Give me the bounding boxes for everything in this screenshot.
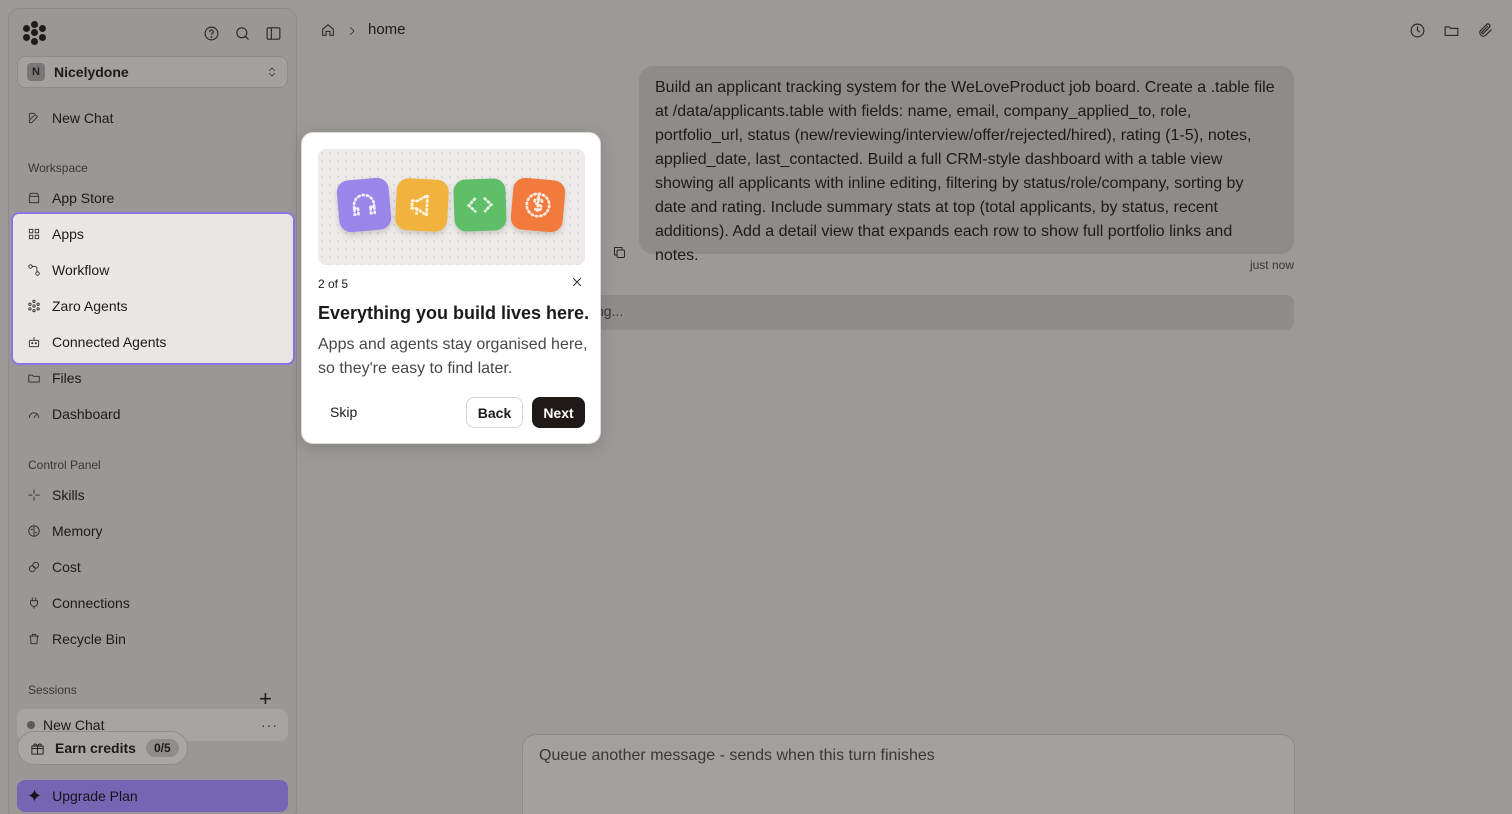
message-input[interactable] xyxy=(539,747,1278,765)
app-logo[interactable] xyxy=(23,21,47,45)
tour-step-counter: 2 of 5 xyxy=(318,277,349,291)
chevron-right-icon xyxy=(346,24,358,36)
sidebar-item-label: Workflow xyxy=(52,262,110,278)
header-actions xyxy=(1409,22,1494,39)
agents-icon xyxy=(27,299,41,313)
breadcrumb-current[interactable]: home xyxy=(368,21,406,38)
tour-title: Everything you build lives here. xyxy=(318,303,590,323)
sidebar-item-zaro-agents[interactable]: Zaro Agents xyxy=(27,295,128,317)
session-status-dot xyxy=(27,721,35,729)
earn-credits-label: Earn credits xyxy=(55,740,136,756)
brain-icon xyxy=(27,524,41,538)
sidebar-item-label: Connections xyxy=(52,595,130,611)
sidebar-toggle-icon[interactable] xyxy=(265,25,282,42)
folder-icon xyxy=(27,371,41,385)
code-tile-icon xyxy=(453,178,507,232)
sidebar-item-memory[interactable]: Memory xyxy=(27,520,103,542)
sidebar-item-label: Skills xyxy=(52,487,85,503)
sidebar-item-connected-agents[interactable]: Connected Agents xyxy=(27,331,166,353)
gift-icon xyxy=(30,741,45,756)
sidebar-item-label: Apps xyxy=(52,226,84,242)
plug-icon xyxy=(27,596,41,610)
breadcrumb: home xyxy=(320,21,406,38)
sidebar-item-label: Connected Agents xyxy=(52,334,167,350)
workspace-name: Nicelydone xyxy=(54,64,129,80)
dollar-tile-icon xyxy=(509,176,567,234)
workspace-switcher[interactable]: N Nicelydone xyxy=(17,56,288,88)
new-chat-label: New Chat xyxy=(52,110,114,126)
control-panel-section-label: Control Panel xyxy=(28,458,101,472)
sidebar-item-skills[interactable]: Skills xyxy=(27,484,85,506)
tour-body: Apps and agents stay organised here, so … xyxy=(318,336,588,377)
grid-icon xyxy=(27,227,41,241)
sidebar-item-dashboard[interactable]: Dashboard xyxy=(27,403,121,425)
message-timestamp: just now xyxy=(1249,258,1294,272)
skip-button[interactable]: Skip xyxy=(330,404,357,420)
robot-icon xyxy=(27,335,41,349)
help-icon[interactable] xyxy=(203,25,220,42)
upgrade-plan-label: Upgrade Plan xyxy=(52,788,138,804)
sidebar-item-label: Files xyxy=(52,370,82,386)
new-chat-button[interactable]: New Chat xyxy=(27,107,113,129)
sidebar-item-files[interactable]: Files xyxy=(27,367,82,389)
sidebar-item-label: Memory xyxy=(52,523,103,539)
history-icon[interactable] xyxy=(1409,22,1426,39)
thinking-indicator: ng... xyxy=(540,295,1294,330)
sessions-section-label: Sessions xyxy=(28,683,77,697)
sidebar: N Nicelydone New Chat Workspace App Stor… xyxy=(8,8,297,814)
sidebar-item-label: Dashboard xyxy=(52,406,121,422)
back-button[interactable]: Back xyxy=(466,397,523,428)
store-icon xyxy=(27,191,41,205)
user-message-bubble: Build an applicant tracking system for t… xyxy=(639,66,1294,264)
workspace-avatar: N xyxy=(27,63,45,81)
workspace-section-label: Workspace xyxy=(28,161,88,175)
copy-icon[interactable] xyxy=(612,245,627,260)
sidebar-item-label: App Store xyxy=(52,190,115,206)
tour-illustration xyxy=(318,149,585,265)
credits-count-badge: 0/5 xyxy=(145,739,179,757)
search-icon[interactable] xyxy=(234,25,251,42)
headset-tile-icon xyxy=(335,176,393,234)
sidebar-item-recycle-bin[interactable]: Recycle Bin xyxy=(27,628,126,650)
sparkle-icon: ✦ xyxy=(27,785,43,806)
trash-icon xyxy=(27,632,41,646)
sidebar-item-connections[interactable]: Connections xyxy=(27,592,130,614)
sidebar-item-label: Recycle Bin xyxy=(52,631,126,647)
sidebar-item-app-store[interactable]: App Store xyxy=(27,187,114,209)
message-composer xyxy=(522,734,1295,814)
sidebar-item-apps[interactable]: Apps xyxy=(27,223,84,245)
sidebar-item-label: Cost xyxy=(52,559,81,575)
megaphone-tile-icon xyxy=(394,177,450,233)
sparkle-icon xyxy=(27,488,41,502)
gauge-icon xyxy=(27,407,41,421)
earn-credits-button[interactable]: Earn credits 0/5 xyxy=(17,731,188,765)
next-button[interactable]: Next xyxy=(532,397,585,428)
upgrade-plan-button[interactable]: ✦ Upgrade Plan xyxy=(17,780,288,812)
paperclip-icon[interactable] xyxy=(1477,22,1494,39)
folder-icon[interactable] xyxy=(1443,22,1460,39)
home-icon[interactable] xyxy=(320,22,336,38)
close-icon[interactable] xyxy=(570,275,584,289)
more-options-icon[interactable]: ··· xyxy=(261,717,278,733)
sidebar-item-workflow[interactable]: Workflow xyxy=(27,259,109,281)
workflow-icon xyxy=(27,263,41,277)
onboarding-tour-popover: 2 of 5 Everything you build lives here. … xyxy=(301,132,601,444)
chevron-updown-icon xyxy=(266,65,278,79)
sidebar-item-label: Zaro Agents xyxy=(52,298,128,314)
sidebar-top-bar xyxy=(23,21,282,45)
coin-icon xyxy=(27,560,41,574)
compose-icon xyxy=(27,111,41,125)
sidebar-item-cost[interactable]: Cost xyxy=(27,556,81,578)
